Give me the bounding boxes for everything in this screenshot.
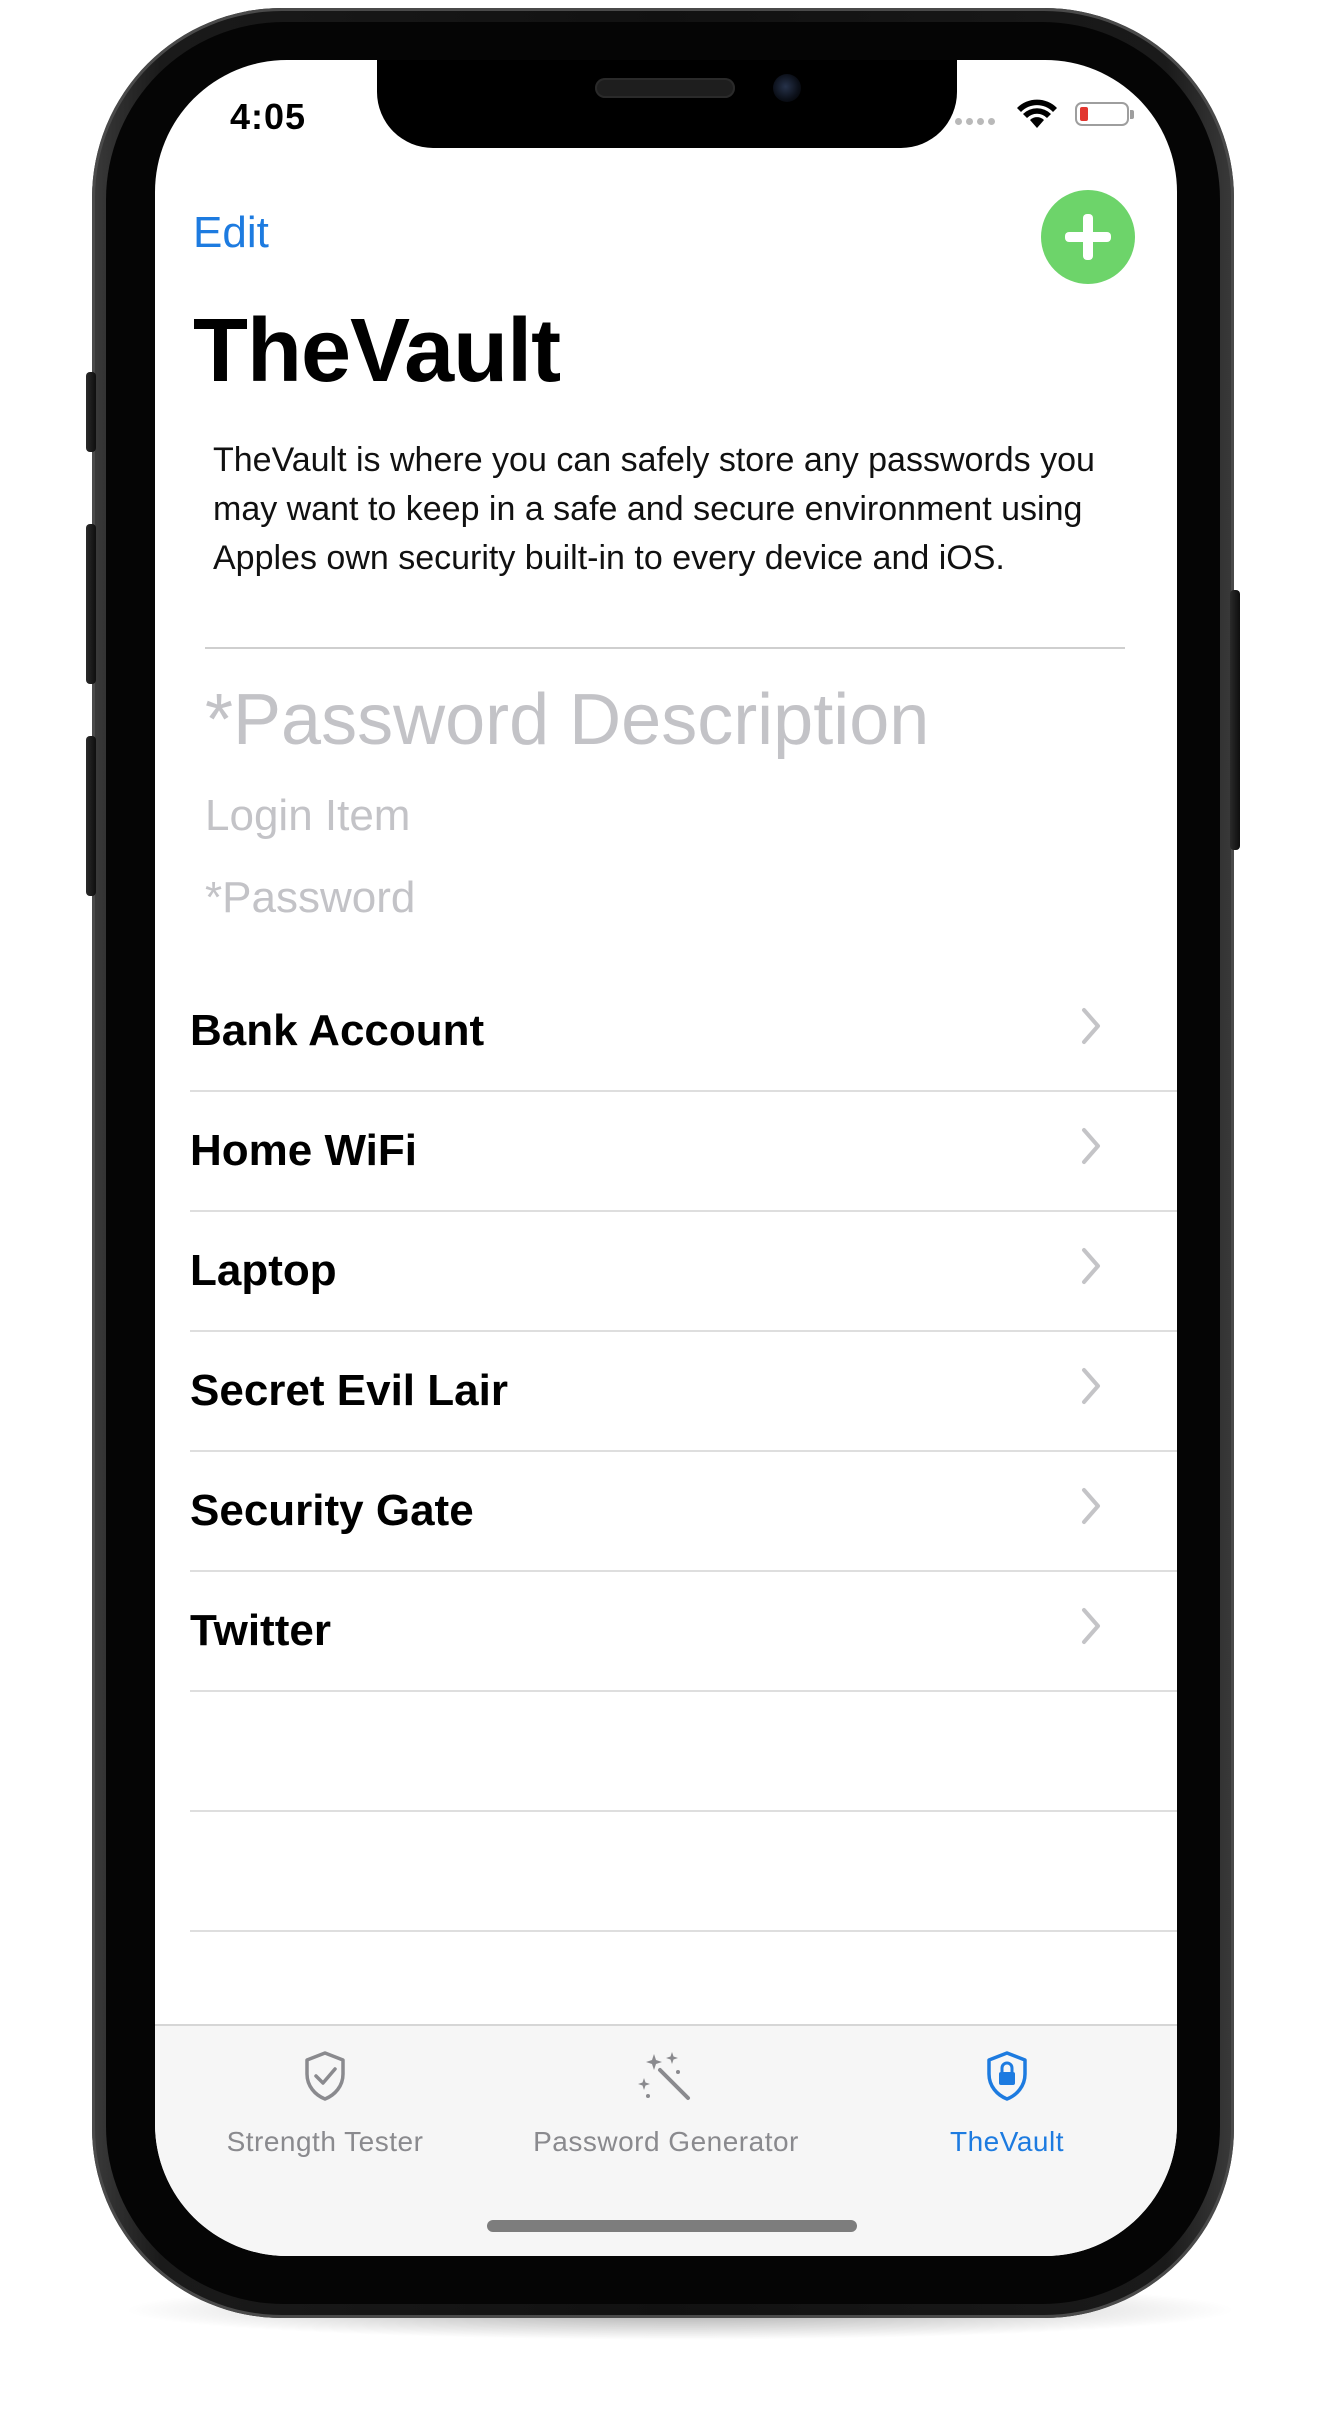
vault-item-secret-evil-lair[interactable]: Secret Evil Lair <box>190 1332 1177 1452</box>
wifi-icon <box>1017 99 1057 128</box>
vault-item-security-gate[interactable]: Security Gate <box>190 1452 1177 1572</box>
silent-switch <box>86 372 96 452</box>
vault-item-bank-account[interactable]: Bank Account <box>190 972 1177 1092</box>
vault-item-label: Security Gate <box>190 1486 474 1535</box>
chevron-right-icon <box>1082 1608 1100 1644</box>
edit-button[interactable]: Edit <box>193 208 269 258</box>
front-camera <box>773 74 801 102</box>
home-indicator <box>487 2220 857 2232</box>
device-mockup: 4:05 Edit TheVault TheVault is where you… <box>0 0 1339 2416</box>
password-input[interactable] <box>205 870 1105 926</box>
vault-list: Bank Account Home WiFi Laptop Secret Evi… <box>190 972 1177 1932</box>
earpiece-speaker <box>595 78 735 98</box>
password-description-input[interactable] <box>205 672 1105 768</box>
vault-item-label: Twitter <box>190 1606 331 1655</box>
shield-lock-icon <box>987 2051 1027 2101</box>
chevron-right-icon <box>1082 1008 1100 1044</box>
battery-level <box>1080 107 1088 121</box>
volume-down-button <box>86 736 96 896</box>
divider <box>205 647 1125 649</box>
empty-row <box>190 1692 1177 1812</box>
tab-label: Password Generator <box>533 2126 799 2157</box>
magic-wand-icon <box>638 2052 690 2100</box>
app-description: TheVault is where you can safely store a… <box>213 441 1095 577</box>
app-screen: 4:05 Edit TheVault TheVault is where you… <box>155 60 1177 2256</box>
battery-icon <box>1075 102 1134 126</box>
tab-label: TheVault <box>950 2126 1064 2157</box>
chevron-right-icon <box>1082 1488 1100 1524</box>
vault-item-home-wifi[interactable]: Home WiFi <box>190 1092 1177 1212</box>
notch <box>377 60 957 148</box>
page-title: TheVault <box>193 301 561 401</box>
volume-up-button <box>86 524 96 684</box>
empty-row <box>190 1812 1177 1932</box>
tab-thevault[interactable]: TheVault <box>837 2026 1177 2176</box>
row-separator <box>190 1930 1177 1932</box>
chevron-right-icon <box>1082 1368 1100 1404</box>
tab-strength-tester[interactable]: Strength Tester <box>155 2026 495 2176</box>
tab-label: Strength Tester <box>226 2126 424 2157</box>
chevron-right-icon <box>1082 1248 1100 1284</box>
power-button <box>1230 590 1240 850</box>
chevron-right-icon <box>1082 1128 1100 1164</box>
vault-item-label: Bank Account <box>190 1006 485 1055</box>
cellular-signal-icon <box>955 118 995 125</box>
vault-item-label: Home WiFi <box>190 1126 417 1175</box>
vault-item-label: Secret Evil Lair <box>190 1366 508 1415</box>
shield-check-icon <box>305 2051 345 2101</box>
vault-item-twitter[interactable]: Twitter <box>190 1572 1177 1692</box>
status-time: 4:05 <box>230 96 307 137</box>
vault-item-laptop[interactable]: Laptop <box>190 1212 1177 1332</box>
login-item-input[interactable] <box>205 788 1105 844</box>
add-password-button[interactable] <box>1041 190 1135 284</box>
vault-item-label: Laptop <box>190 1246 337 1295</box>
tab-password-generator[interactable]: Password Generator <box>495 2026 837 2176</box>
